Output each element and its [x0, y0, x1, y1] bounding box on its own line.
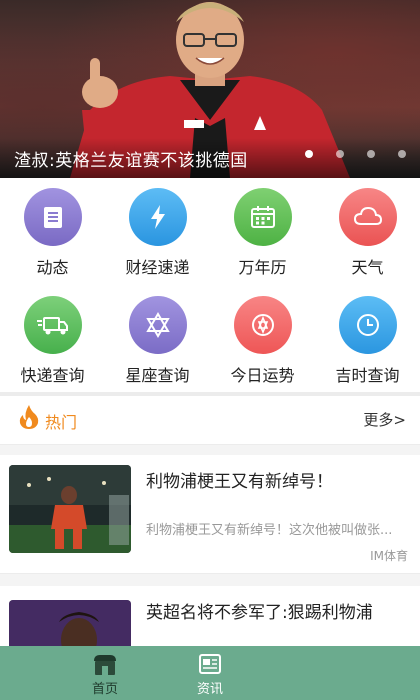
shortcut-label: 快递查询 — [20, 366, 85, 385]
bottom-nav: 首页 资讯 — [0, 646, 420, 700]
shortcut-label: 星座查询 — [125, 366, 190, 385]
news-snippet: 利物浦梗王又有新绰号！这次他被叫做张... — [146, 523, 393, 538]
carousel-dot[interactable] — [398, 150, 406, 158]
fortune-icon — [233, 296, 292, 354]
section-gap — [0, 574, 420, 586]
shortcut-label: 财经速递 — [125, 258, 190, 277]
section-gap — [0, 445, 420, 455]
news-item[interactable]: 利物浦梗王又有新绰号！ 利物浦梗王又有新绰号！这次他被叫做张... IM体育 — [0, 455, 420, 573]
truck-icon — [23, 296, 82, 354]
news-thumbnail — [9, 600, 131, 646]
app-screen: 渣叔:英格兰友谊赛不该挑德国 动态 财经速递 万年历 天气 快递查询 星座查询 … — [0, 0, 420, 700]
flame-icon — [19, 405, 39, 429]
shortcut-auspicious-time[interactable]: 吉时查询 — [315, 296, 420, 386]
shortcut-grid: 动态 财经速递 万年历 天气 快递查询 星座查询 今日运势 吉时查询 — [0, 178, 420, 392]
star-icon — [128, 296, 187, 354]
news-title[interactable]: 英超名将不参军了:狠踢利物浦 — [146, 598, 373, 623]
hot-section-header: 热门 更多> — [0, 396, 420, 444]
shortcut-label: 万年历 — [238, 258, 287, 277]
carousel-dot[interactable] — [367, 150, 375, 158]
cloud-icon — [338, 188, 397, 246]
hot-title: 热门 — [45, 413, 78, 432]
shortcut-express[interactable]: 快递查询 — [0, 296, 105, 386]
shortcut-constellation[interactable]: 星座查询 — [105, 296, 210, 386]
shortcut-weather[interactable]: 天气 — [315, 188, 420, 278]
banner-caption[interactable]: 渣叔:英格兰友谊赛不该挑德国 — [14, 146, 248, 171]
nav-news[interactable]: 资讯 — [105, 646, 315, 700]
shortcut-calendar[interactable]: 万年历 — [210, 188, 315, 278]
news-title[interactable]: 利物浦梗王又有新绰号！ — [146, 467, 333, 492]
shortcut-label: 天气 — [351, 258, 384, 277]
banner-carousel[interactable]: 渣叔:英格兰友谊赛不该挑德国 — [0, 0, 420, 178]
news-icon — [199, 654, 221, 674]
news-item[interactable]: 英超名将不参军了:狠踢利物浦 — [0, 586, 420, 646]
more-link[interactable]: 更多> — [363, 409, 406, 430]
carousel-dot[interactable] — [336, 150, 344, 158]
news-thumbnail — [9, 465, 131, 553]
calendar-icon — [233, 188, 292, 246]
shortcut-label: 吉时查询 — [335, 366, 400, 385]
document-icon — [23, 188, 82, 246]
shortcut-label: 今日运势 — [230, 366, 295, 385]
shortcut-fortune[interactable]: 今日运势 — [210, 296, 315, 386]
shortcut-finance[interactable]: 财经速递 — [105, 188, 210, 278]
lightning-icon — [128, 188, 187, 246]
shortcut-dongtai[interactable]: 动态 — [0, 188, 105, 278]
shortcut-label: 动态 — [36, 258, 69, 277]
nav-label: 资讯 — [196, 682, 223, 697]
clock-icon — [338, 296, 397, 354]
carousel-dot[interactable] — [305, 150, 313, 158]
carousel-dots — [305, 150, 406, 158]
news-source: IM体育 — [370, 549, 408, 563]
